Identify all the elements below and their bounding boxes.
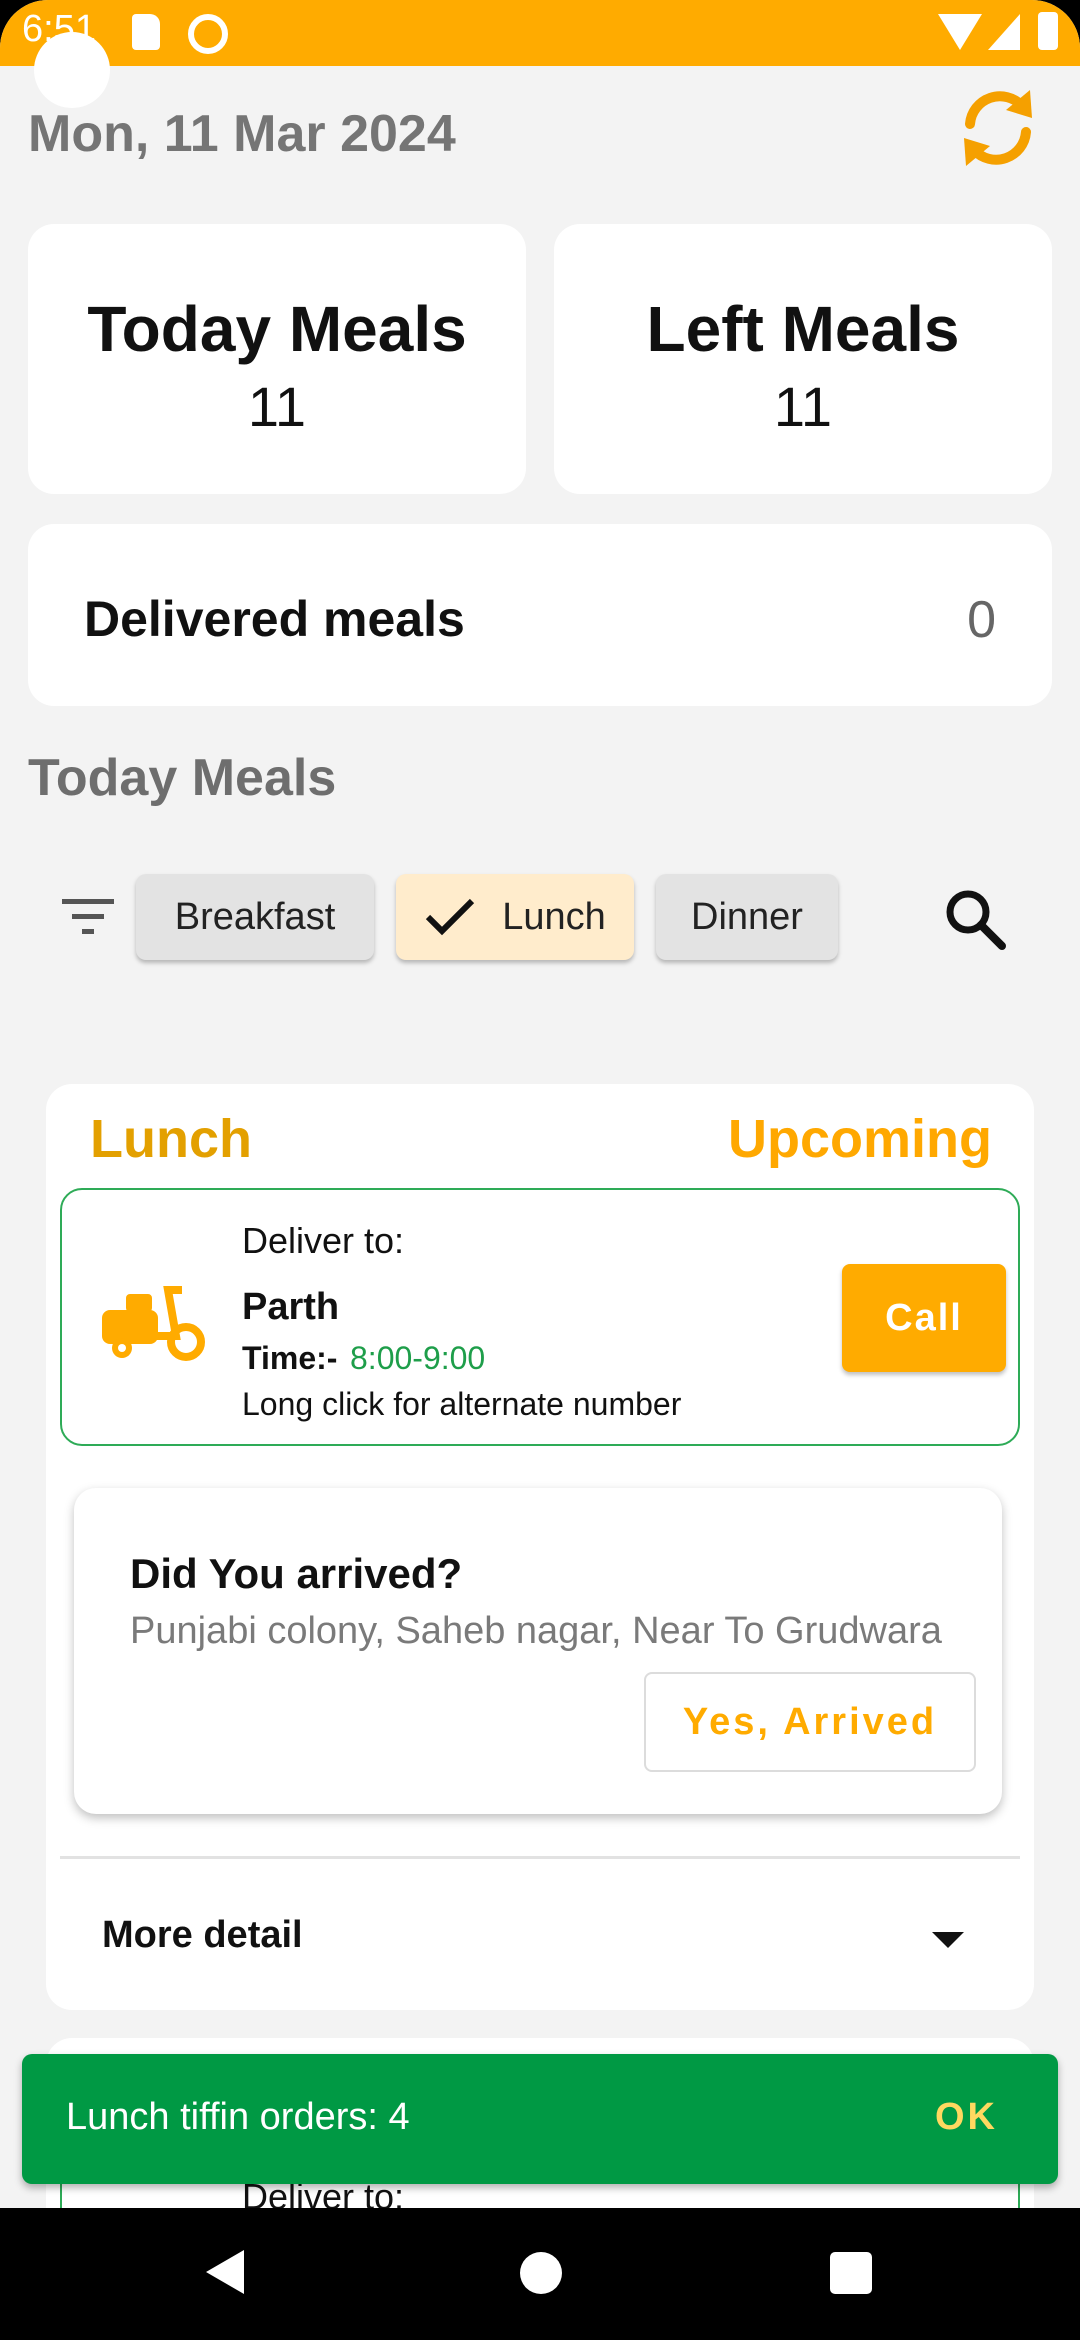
delivery-time: 8:00-9:00 — [350, 1340, 486, 1376]
sd-card-icon — [132, 14, 160, 50]
deliver-to-box[interactable]: Deliver to: Parth Time:- 8:00-9:00 Long … — [60, 1188, 1020, 1446]
customer-name: Parth — [242, 1286, 340, 1328]
left-meals-card: Left Meals 11 — [554, 224, 1052, 494]
delivery-address: Punjabi colony, Saheb nagar, Near To Gru… — [130, 1610, 942, 1652]
chip-lunch[interactable]: Lunch — [396, 874, 634, 960]
meal-delivery-card: Lunch Upcoming Deliver to: Parth Time:- … — [46, 1084, 1034, 2010]
more-detail-toggle[interactable]: More detail — [102, 1914, 303, 1957]
sync-status-icon — [188, 14, 228, 54]
snackbar-message: Lunch tiffin orders: 4 — [66, 2096, 410, 2138]
arrival-question: Did You arrived? — [130, 1550, 463, 1597]
chip-dinner[interactable]: Dinner — [656, 874, 838, 960]
delivery-status: Upcoming — [728, 1109, 992, 1169]
home-icon[interactable] — [520, 2252, 562, 2294]
current-date: Mon, 11 Mar 2024 — [28, 105, 456, 163]
today-meals-card: Today Meals 11 — [28, 224, 526, 494]
cell-signal-icon — [988, 14, 1020, 50]
yes-arrived-button[interactable]: Yes, Arrived — [644, 1672, 976, 1772]
recents-icon[interactable] — [830, 2252, 872, 2294]
back-icon[interactable] — [206, 2250, 244, 2294]
delivered-meals-card: Delivered meals 0 — [28, 524, 1052, 706]
chevron-down-icon[interactable] — [932, 1932, 964, 1948]
call-button[interactable]: Call — [842, 1264, 1006, 1372]
scooter-icon — [102, 1286, 205, 1361]
filter-icon[interactable] — [62, 897, 114, 937]
meal-type: Lunch — [90, 1109, 252, 1169]
battery-icon — [1038, 12, 1058, 50]
chip-breakfast[interactable]: Breakfast — [136, 874, 374, 960]
today-meals-label: Today Meals — [87, 293, 467, 365]
search-icon[interactable] — [944, 888, 1006, 950]
arrival-card: Did You arrived? Punjabi colony, Saheb n… — [74, 1488, 1002, 1814]
chip-dinner-label: Dinner — [691, 895, 803, 938]
section-title: Today Meals — [28, 749, 337, 807]
deliver-to-label: Deliver to: — [242, 1220, 405, 1261]
chip-lunch-label: Lunch — [502, 895, 606, 938]
camera-cutout — [34, 32, 110, 108]
delivered-meals-label: Delivered meals — [84, 591, 465, 647]
divider — [60, 1856, 1020, 1859]
app-screen: 6:51 Mon, 11 Mar 2024 Today Meals 11 Lef… — [0, 0, 1080, 2340]
refresh-icon[interactable] — [950, 80, 1046, 176]
wifi-icon — [938, 14, 982, 50]
status-bar: 6:51 — [0, 0, 1080, 66]
today-meals-value: 11 — [247, 375, 307, 438]
left-meals-label: Left Meals — [646, 293, 960, 365]
snackbar-ok-button[interactable]: OK — [935, 2096, 998, 2139]
left-meals-value: 11 — [773, 375, 833, 438]
chip-breakfast-label: Breakfast — [174, 895, 336, 938]
check-icon — [426, 898, 475, 936]
time-label: Time:- — [242, 1340, 338, 1376]
alternate-number-hint: Long click for alternate number — [242, 1386, 682, 1422]
navigation-bar — [0, 2208, 1080, 2340]
delivered-meals-value: 0 — [967, 591, 996, 649]
snackbar: Lunch tiffin orders: 4 OK — [22, 2054, 1058, 2184]
